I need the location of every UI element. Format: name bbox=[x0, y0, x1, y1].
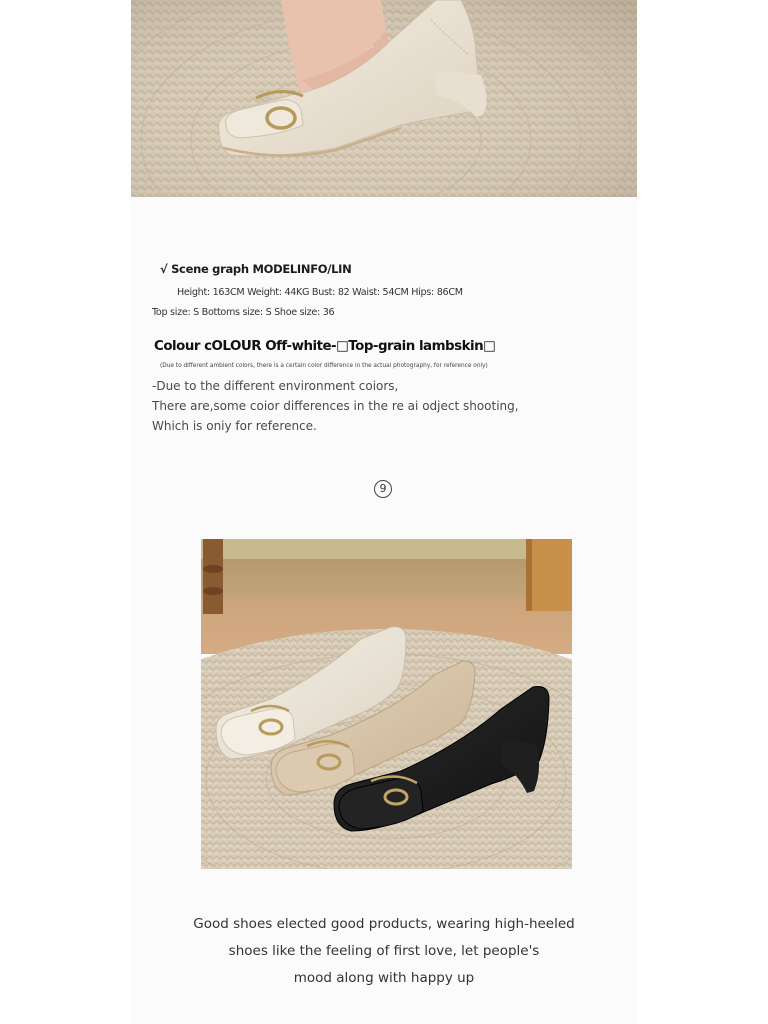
product-detail-page: √ Scene graph MODELINFO/LIN Height: 163C… bbox=[0, 0, 768, 1024]
model-measurements: Height: 163CM Weight: 44KG Bust: 82 Wais… bbox=[177, 287, 463, 298]
caption-line: mood along with happy up bbox=[293, 970, 475, 986]
colour-heading: Colour cOLOUR Off-white-□Top-grain lambs… bbox=[154, 339, 496, 354]
product-photo-colorways bbox=[201, 539, 572, 869]
section-number-badge: 9 bbox=[374, 480, 392, 498]
color-note-line: -Due to the different environment coiors… bbox=[152, 379, 399, 393]
color-note-line: There are,some coior differences in the … bbox=[152, 399, 519, 413]
colour-fine-print: (Due to different ambient colors, there … bbox=[160, 363, 488, 369]
model-sizes: Top size: S Bottoms size: S Shoe size: 3… bbox=[152, 307, 335, 318]
caption-line: shoes like the feeling of first love, le… bbox=[228, 943, 540, 959]
model-info-title: √ Scene graph MODELINFO/LIN bbox=[160, 262, 352, 276]
product-photo-worn bbox=[131, 0, 637, 197]
color-note-line: Which is oniy for reference. bbox=[152, 419, 317, 433]
caption-line: Good shoes elected good products, wearin… bbox=[193, 916, 575, 932]
